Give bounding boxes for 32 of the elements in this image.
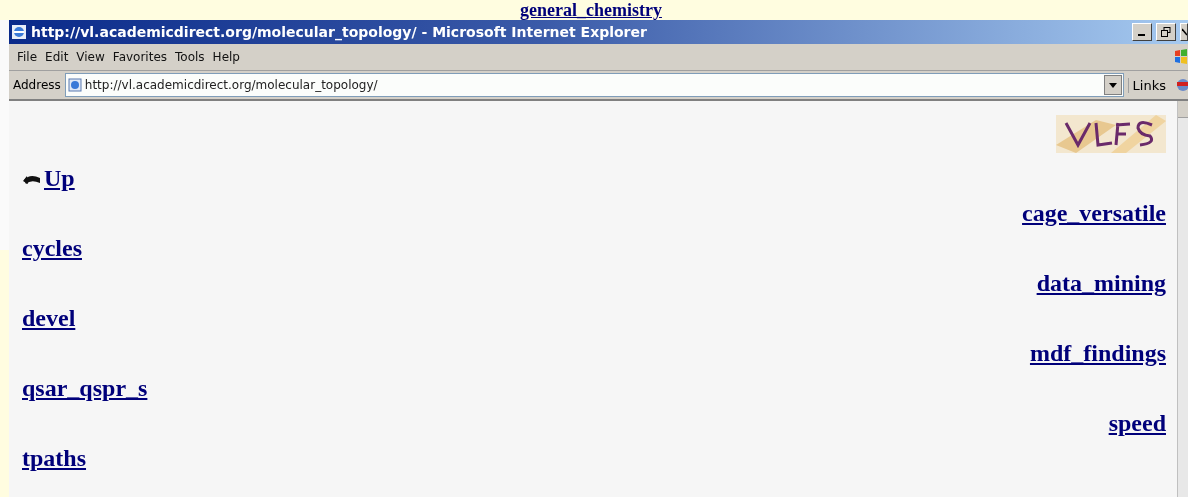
folder-link[interactable]: qsar_qspr_s <box>22 375 148 402</box>
menu-item[interactable]: View <box>76 50 111 64</box>
links-button[interactable]: Links <box>1127 77 1170 93</box>
folder-link[interactable]: cycles <box>22 235 82 262</box>
menu-item[interactable]: Edit <box>45 50 75 64</box>
restore-icon <box>1161 27 1171 37</box>
menu-item[interactable]: Help <box>212 50 246 64</box>
windows-logo-icon <box>1174 49 1188 65</box>
restore-button[interactable] <box>1156 23 1176 41</box>
folder-link[interactable]: speed <box>1108 410 1166 437</box>
close-icon <box>1181 28 1187 36</box>
folder-link[interactable]: devel <box>22 305 76 332</box>
address-field[interactable]: http://vl.academicdirect.org/molecular_topology/ <box>64 73 1124 97</box>
window-title: http://vl.academicdirect.org/molecular_topology/ - Microsoft Internet Explorer <box>31 24 648 40</box>
menu-item[interactable]: Tools <box>175 50 211 64</box>
globe-icon[interactable] <box>1174 76 1188 94</box>
folder-link[interactable]: data_mining <box>1036 270 1166 297</box>
caret-icon <box>1108 82 1117 88</box>
address-label: Address <box>13 78 61 92</box>
folder-link[interactable]: mdf_findings <box>1029 340 1166 367</box>
browser-icon <box>11 24 27 40</box>
close-button[interactable] <box>1180 23 1188 41</box>
minimize-button[interactable] <box>1132 23 1152 41</box>
menu-item[interactable]: File <box>17 50 44 64</box>
scrollbar[interactable] <box>1177 101 1188 497</box>
page-icon <box>67 78 82 92</box>
menu-item[interactable]: Favorites <box>112 50 174 64</box>
up-link[interactable]: Up <box>22 165 75 192</box>
folder-link[interactable]: cage_versatile <box>1022 200 1166 227</box>
dropdown-button[interactable] <box>1103 75 1122 95</box>
page-heading-link[interactable]: general_chemistry <box>520 0 662 20</box>
folder-link[interactable]: tpaths <box>22 445 87 472</box>
